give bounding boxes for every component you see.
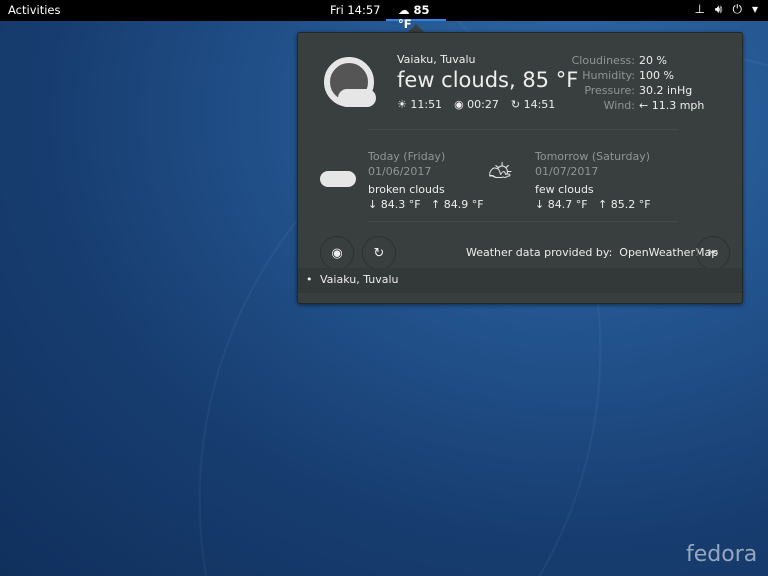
network-icon: ⊥ (694, 2, 705, 16)
location-item[interactable]: • Vaiaku, Tuvalu (298, 268, 742, 293)
divider (368, 129, 678, 130)
settings-button[interactable]: ✂ (696, 236, 730, 270)
power-icon: ⏻ (732, 2, 742, 16)
forecast-tomorrow: Tomorrow (Saturday) 01/07/2017 few clouds… (535, 150, 651, 211)
activities-button[interactable]: Activities (8, 3, 60, 17)
clock[interactable]: Fri 14:57 (330, 3, 381, 17)
weather-popup: Vaiaku, Tuvalu few clouds, 85 °F ☀ 11:51… (297, 32, 743, 304)
weather-stats: Cloudiness: 20 % Humidity: 100 % Pressure:… (571, 54, 705, 112)
tools-icon: ✂ (707, 245, 719, 261)
sunset: ◉ 00:27 (454, 98, 499, 111)
weather-icon: ☁ (398, 3, 414, 17)
sunrise: ☀ 11:51 (397, 98, 443, 111)
refresh-icon: ↻ (510, 98, 524, 111)
sun-cloud-icon: ⛅︎ (488, 159, 512, 194)
forecast-today: Today (Friday) 01/06/2017 broken clouds ↓… (368, 150, 484, 211)
provider-info: Weather data provided by: OpenWeatherMap (466, 246, 719, 259)
clock-icon: ◉ (454, 98, 468, 111)
cloud-icon (320, 171, 356, 187)
location-name: Vaiaku, Tuvalu (397, 53, 476, 66)
weather-indicator[interactable]: ☁ 85 °F (386, 0, 446, 31)
top-bar: Activities Fri 14:57 ☁ 85 °F ⊥ 🔊︎ ⏻ ▾ (0, 0, 768, 31)
fedora-logo: fedora (686, 542, 758, 567)
last-updated: ↻ 14:51 (510, 98, 556, 111)
sun-icon: ☀ (397, 98, 411, 111)
volume-icon: 🔊︎ (714, 2, 723, 16)
refresh-icon: ↻ (373, 245, 385, 261)
locations-button[interactable]: ◉ (320, 236, 354, 270)
location-icon: ◉ (331, 245, 343, 261)
chevron-down-icon: ▾ (751, 2, 758, 16)
refresh-button[interactable]: ↻ (362, 236, 396, 270)
divider (368, 221, 678, 222)
bullet-icon: • (306, 273, 313, 286)
system-menu[interactable]: ⊥ 🔊︎ ⏻ ▾ (694, 2, 758, 17)
cloud-icon (338, 89, 376, 107)
